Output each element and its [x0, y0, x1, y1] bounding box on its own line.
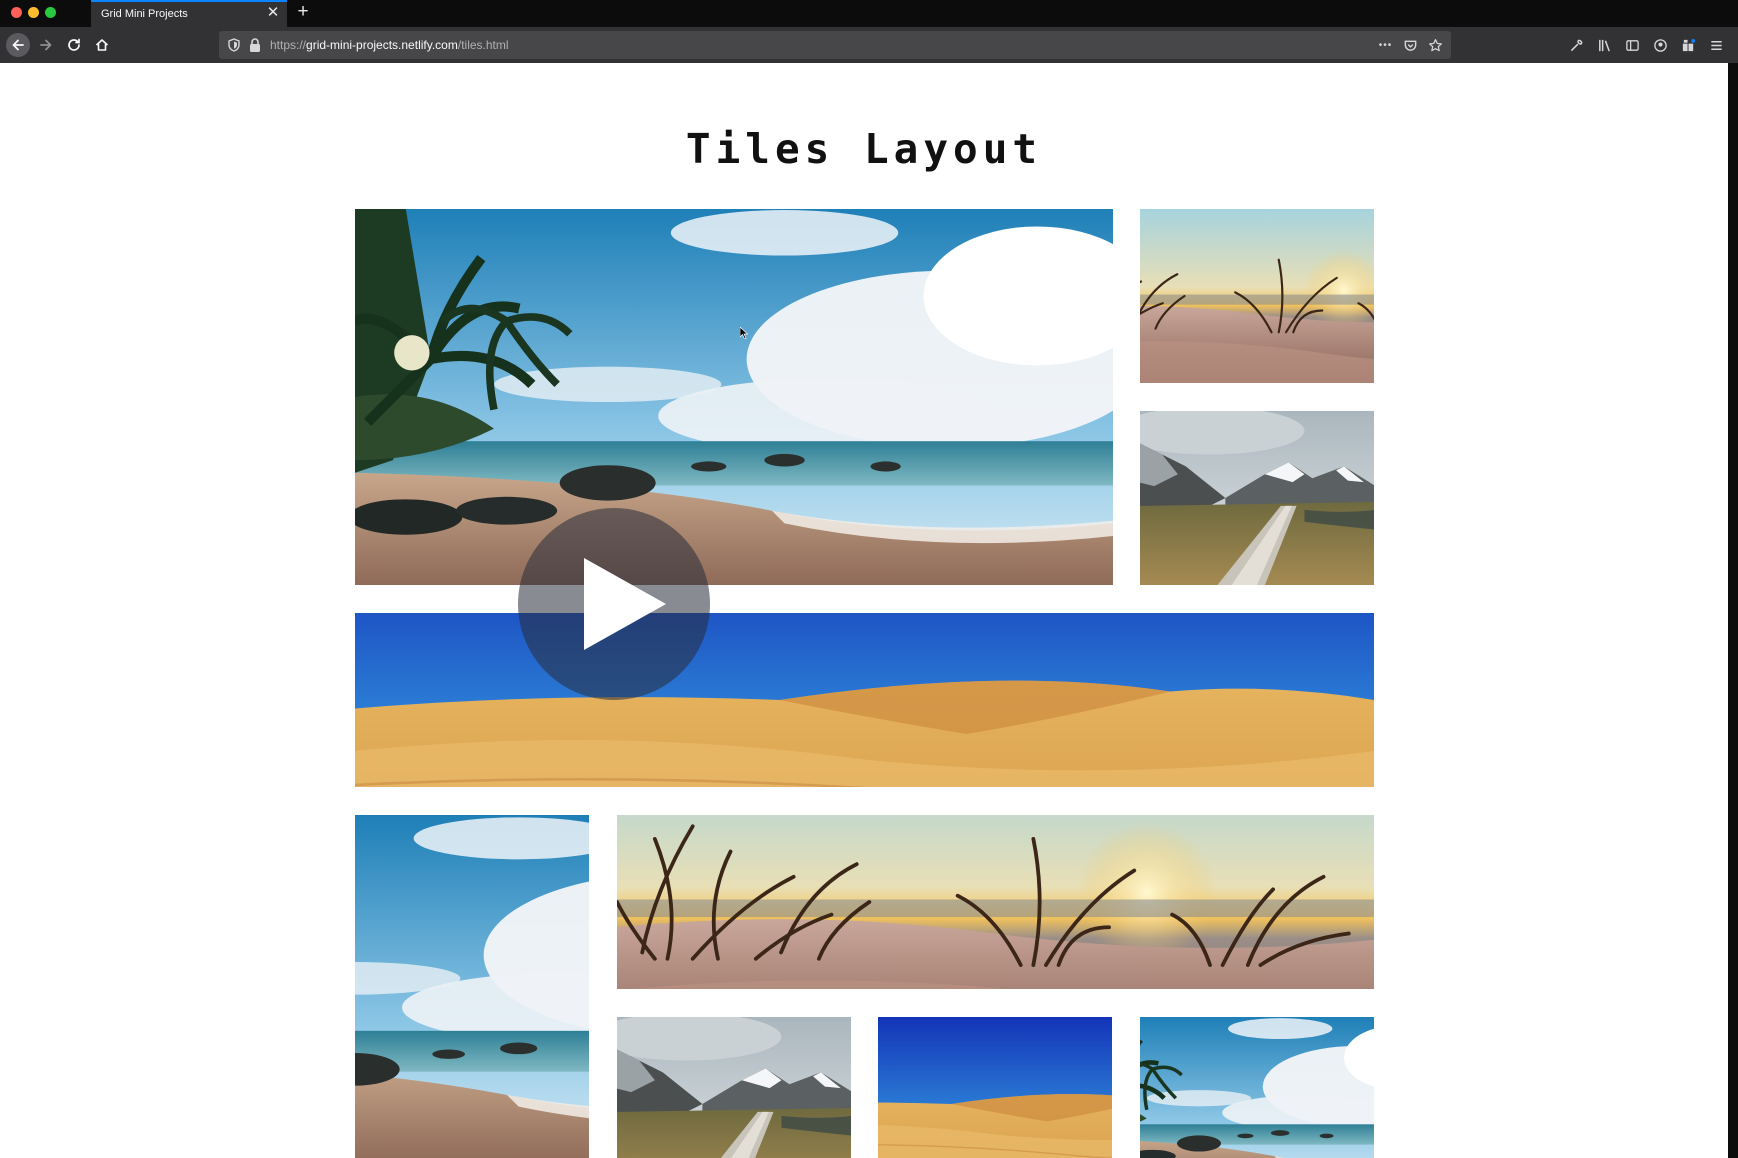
reload-button[interactable]: [63, 34, 85, 56]
mountain-boardwalk-image: [617, 1017, 851, 1158]
tile-mountain-boardwalk: [617, 1017, 851, 1158]
tile-tropical-beach-small: [1140, 1017, 1374, 1158]
browser-toolbar: https://grid-mini-projects.netlify.com/t…: [0, 27, 1738, 63]
tab-title: Grid Mini Projects: [101, 8, 188, 20]
play-icon: [584, 558, 666, 650]
extensions-icon[interactable]: [1678, 35, 1698, 55]
tile-sunset-grass-small: [1140, 209, 1374, 383]
toolbar-right: [1566, 35, 1726, 55]
menu-icon[interactable]: [1706, 35, 1726, 55]
lock-icon[interactable]: [248, 37, 262, 53]
minimize-window-button[interactable]: [28, 7, 39, 18]
url-actions: •••: [1376, 36, 1445, 54]
home-button[interactable]: [91, 34, 113, 56]
tab-close-icon[interactable]: ✕: [265, 5, 281, 21]
more-dots: •••: [1378, 39, 1393, 51]
arrow-left-icon: [12, 39, 24, 51]
url-host: grid-mini-projects.netlify.com: [306, 38, 458, 52]
account-icon[interactable]: [1650, 35, 1670, 55]
url-scheme: https://: [270, 38, 307, 52]
tile-desert-dunes-wide: [355, 613, 1374, 787]
close-window-button[interactable]: [11, 7, 22, 18]
reload-icon: [68, 38, 80, 51]
new-tab-button[interactable]: +: [294, 2, 312, 22]
maximize-window-button[interactable]: [45, 7, 56, 18]
tile-sunset-grass-wide: [617, 815, 1374, 989]
desert-dune-image: [878, 1017, 1112, 1158]
sunset-grass-image: [1140, 209, 1374, 383]
tab-grid-mini-projects[interactable]: Grid Mini Projects ✕: [91, 0, 287, 27]
tropical-beach-image: [355, 209, 1113, 585]
url-bar[interactable]: https://grid-mini-projects.netlify.com/t…: [219, 31, 1451, 59]
pocket-icon[interactable]: [1401, 36, 1420, 54]
page-actions-more-icon[interactable]: •••: [1376, 36, 1395, 54]
arrow-right-icon: [40, 39, 52, 51]
desert-dunes-image: [355, 613, 1374, 787]
tile-desert-dune: [878, 1017, 1112, 1158]
page-viewport: Tiles Layout: [0, 63, 1728, 1158]
tile-mountain-boardwalk-small: [1140, 411, 1374, 585]
wrench-icon[interactable]: [1566, 35, 1586, 55]
sunset-grass-image: [617, 815, 1374, 989]
url-text[interactable]: https://grid-mini-projects.netlify.com/t…: [270, 38, 509, 52]
tropical-beach-image: [355, 815, 589, 1158]
mountain-boardwalk-image: [1140, 411, 1374, 585]
home-icon: [95, 39, 109, 51]
mouse-cursor-icon: [740, 327, 748, 339]
page-scrollbar[interactable]: [1728, 63, 1738, 1158]
sidebar-icon[interactable]: [1622, 35, 1642, 55]
page-title: Tiles Layout: [685, 125, 1043, 173]
bookmark-star-icon[interactable]: [1426, 36, 1445, 54]
tile-tropical-beach-large: [355, 209, 1113, 585]
video-play-button[interactable]: [518, 508, 710, 700]
url-path: /tiles.html: [457, 38, 509, 52]
browser-titlebar: Grid Mini Projects ✕ +: [0, 0, 1738, 27]
library-icon[interactable]: [1594, 35, 1614, 55]
back-button[interactable]: [6, 33, 30, 57]
tracking-shield-icon[interactable]: [226, 37, 242, 53]
tropical-beach-image: [1140, 1017, 1374, 1158]
forward-button[interactable]: [35, 34, 57, 56]
tile-tropical-beach-tall: [355, 815, 589, 1158]
